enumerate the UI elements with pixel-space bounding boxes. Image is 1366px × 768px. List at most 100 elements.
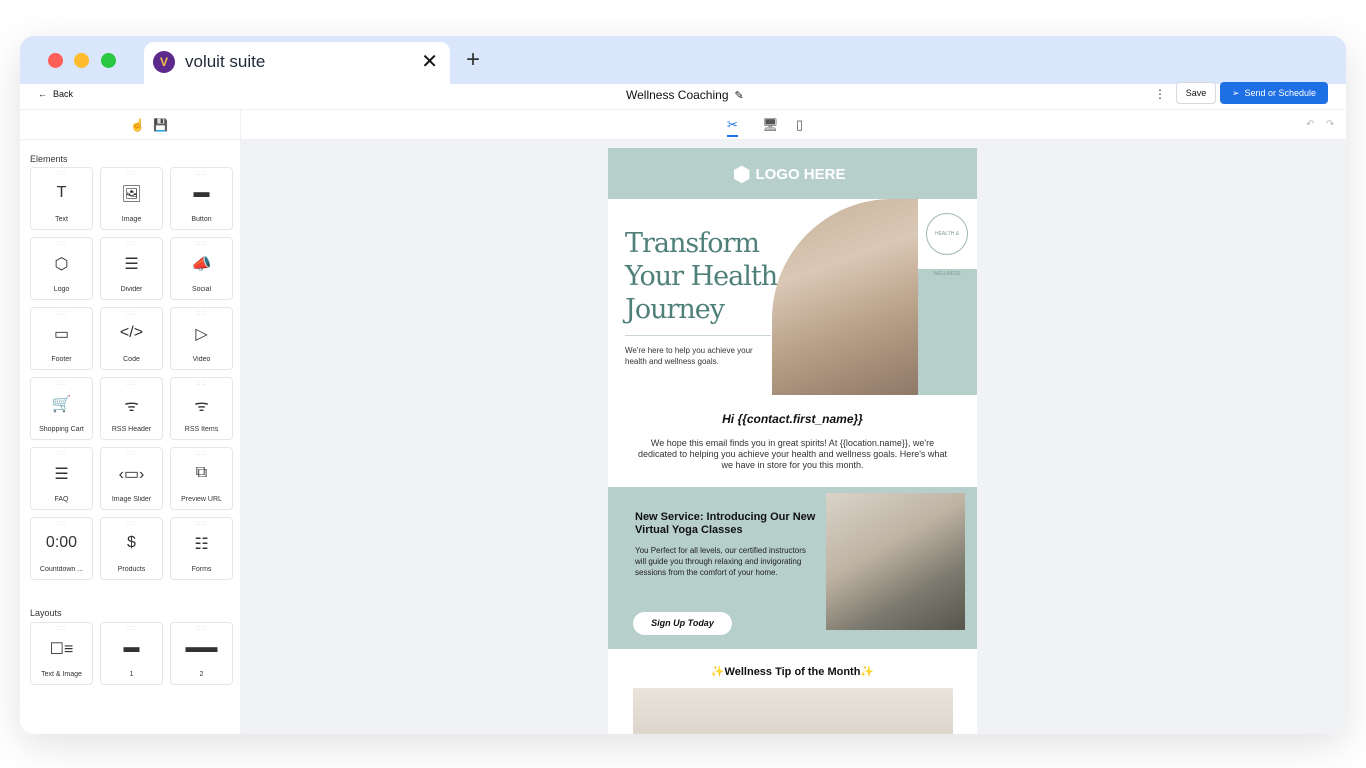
tile-forms[interactable]: :::: ☷ Forms <box>170 517 233 580</box>
tile-text-image[interactable]: :::: ☐≡ Text & Image <box>30 622 93 685</box>
drag-handle-icon[interactable]: :::: <box>31 381 92 387</box>
hand-pointer-icon[interactable]: ☝ <box>130 118 145 132</box>
email-logo[interactable]: ⬢ LOGO HERE <box>733 162 845 187</box>
drag-handle-icon[interactable]: :::: <box>101 311 162 317</box>
tile-video[interactable]: :::: ▷ Video <box>170 307 233 370</box>
tile-label: FAQ <box>54 496 69 503</box>
voluit-logo-icon: V <box>153 51 175 73</box>
tile-button[interactable]: :::: ▬ Button <box>170 167 233 230</box>
more-options-icon[interactable]: ⋮ <box>1154 87 1166 101</box>
drag-handle-icon[interactable]: :::: <box>171 241 232 247</box>
tile-label: Shopping Cart <box>39 426 84 433</box>
tile-label: Text <box>55 216 68 223</box>
maximize-window-button[interactable] <box>101 53 116 68</box>
browser-window: V voluit suite ✕ + ← Back Wellness Coach… <box>20 36 1346 734</box>
health-wellness-badge: HEALTH & WELLNESS <box>926 213 968 277</box>
hero-title: Transform Your Health Journey <box>625 228 778 325</box>
email-canvas: ⬢ LOGO HERE Transform Your Health Journe… <box>241 140 1346 734</box>
hero-divider <box>625 335 771 336</box>
drag-handle-icon[interactable]: :::: <box>31 311 92 317</box>
drag-handle-icon[interactable]: :::: <box>31 626 92 632</box>
close-tab-icon[interactable]: ✕ <box>421 49 438 74</box>
meditation-photo <box>772 199 918 395</box>
tile-text[interactable]: :::: T Text <box>30 167 93 230</box>
drag-handle-icon[interactable]: :::: <box>171 521 232 527</box>
top-bar: ← Back Wellness Coaching ✎ ⋮ Save ➢ Send… <box>20 82 1346 110</box>
tile-preview-url[interactable]: :::: ⧉ Preview URL <box>170 447 233 510</box>
drag-handle-icon[interactable]: :::: <box>171 171 232 177</box>
tile-rss-header[interactable]: :::: ᯤ RSS Header <box>100 377 163 440</box>
drag-handle-icon[interactable]: :::: <box>171 381 232 387</box>
hexagon-logo-icon: ⬢ <box>733 164 751 186</box>
save-button[interactable]: Save <box>1176 82 1216 104</box>
tile-label: Social <box>191 286 212 293</box>
send-icon: ➢ <box>1231 87 1240 98</box>
arrow-left-icon: ← <box>38 89 47 99</box>
email-preview[interactable]: ⬢ LOGO HERE Transform Your Health Journe… <box>608 148 977 734</box>
mobile-preview-icon[interactable]: ▯ <box>796 117 803 133</box>
tile-label: Text & Image <box>41 671 82 678</box>
tab-title: voluit suite <box>185 52 266 71</box>
back-button[interactable]: ← Back <box>38 89 73 99</box>
tile-rss-items[interactable]: :::: ᯤ RSS Items <box>170 377 233 440</box>
tile-icon: 📣 <box>191 256 212 273</box>
promo-section[interactable]: New Service: Introducing Our New Virtual… <box>608 487 977 649</box>
redo-icon[interactable]: ↷ <box>1326 119 1334 130</box>
tile-divider[interactable]: :::: ☰ Divider <box>100 237 163 300</box>
browser-tab[interactable]: V voluit suite ✕ <box>144 42 450 84</box>
sign-up-button[interactable]: Sign Up Today <box>633 612 732 635</box>
drag-handle-icon[interactable]: :::: <box>101 381 162 387</box>
tile-label: 1 <box>129 671 134 678</box>
drag-handle-icon[interactable]: :::: <box>31 521 92 527</box>
tile-label: Products <box>117 566 146 573</box>
tile-icon: ▬ <box>193 184 210 201</box>
hero-section[interactable]: Transform Your Health Journey We're here… <box>608 199 977 395</box>
builder-view-icon[interactable]: ✂ <box>727 117 738 137</box>
tile-icon: 0:00 <box>45 534 78 551</box>
tile-countdown[interactable]: :::: 0:00 Countdown ... <box>30 517 93 580</box>
tile-footer[interactable]: :::: ▭ Footer <box>30 307 93 370</box>
minimize-window-button[interactable] <box>74 53 89 68</box>
tile-2[interactable]: :::: ▬▬ 2 <box>170 622 233 685</box>
tile-1[interactable]: :::: ▬1 <box>100 622 163 685</box>
drag-handle-icon[interactable]: :::: <box>101 521 162 527</box>
tile-shopping-cart[interactable]: :::: 🛒 Shopping Cart <box>30 377 93 440</box>
hero-subtitle: We're here to help you achieve your heal… <box>625 346 753 366</box>
pencil-icon[interactable]: ✎ <box>735 89 744 102</box>
new-tab-button[interactable]: + <box>466 46 480 74</box>
drag-handle-icon[interactable]: :::: <box>101 451 162 457</box>
drag-handle-icon[interactable]: :::: <box>31 171 92 177</box>
promo-body: You Perfect for all levels, our certifie… <box>635 546 806 577</box>
send-or-schedule-button[interactable]: ➢ Send or Schedule <box>1220 82 1328 104</box>
tile-icon: ☷ <box>194 536 209 553</box>
drag-handle-icon[interactable]: :::: <box>101 626 162 632</box>
editor-toolbar: ☝ 💾 ✂ 🖥 ▯ ↶ ↷ <box>20 110 1346 140</box>
tile-icon: ⧉ <box>195 464 208 481</box>
drag-handle-icon[interactable]: :::: <box>171 626 232 632</box>
tile-icon: ⬡ <box>54 256 69 273</box>
tile-icon: ▷ <box>195 326 208 343</box>
drag-handle-icon[interactable]: :::: <box>101 171 162 177</box>
tile-image-slider[interactable]: :::: ‹▭› Image Slider <box>100 447 163 510</box>
tile-icon: $ <box>127 534 136 551</box>
drag-handle-icon[interactable]: :::: <box>171 451 232 457</box>
undo-icon[interactable]: ↶ <box>1306 119 1314 130</box>
tile-icon: ▬ <box>123 639 140 656</box>
email-header[interactable]: ⬢ LOGO HERE <box>608 148 977 199</box>
desktop-preview-icon[interactable]: 🖥 <box>762 117 779 133</box>
tile-code[interactable]: :::: </> Code <box>100 307 163 370</box>
tile-faq[interactable]: :::: ☰ FAQ <box>30 447 93 510</box>
tile-logo[interactable]: :::: ⬡ Logo <box>30 237 93 300</box>
drag-handle-icon[interactable]: :::: <box>31 451 92 457</box>
document-title-text: Wellness Coaching <box>626 88 729 102</box>
document-title[interactable]: Wellness Coaching ✎ <box>626 88 744 102</box>
drag-handle-icon[interactable]: :::: <box>171 311 232 317</box>
save-template-icon[interactable]: 💾 <box>153 118 168 132</box>
tile-image[interactable]: :::: 🖼 Image <box>100 167 163 230</box>
drag-handle-icon[interactable]: :::: <box>101 241 162 247</box>
tile-label: Image Slider <box>111 496 152 503</box>
tile-products[interactable]: :::: $Products <box>100 517 163 580</box>
close-window-button[interactable] <box>48 53 63 68</box>
tile-social[interactable]: :::: 📣Social <box>170 237 233 300</box>
drag-handle-icon[interactable]: :::: <box>31 241 92 247</box>
